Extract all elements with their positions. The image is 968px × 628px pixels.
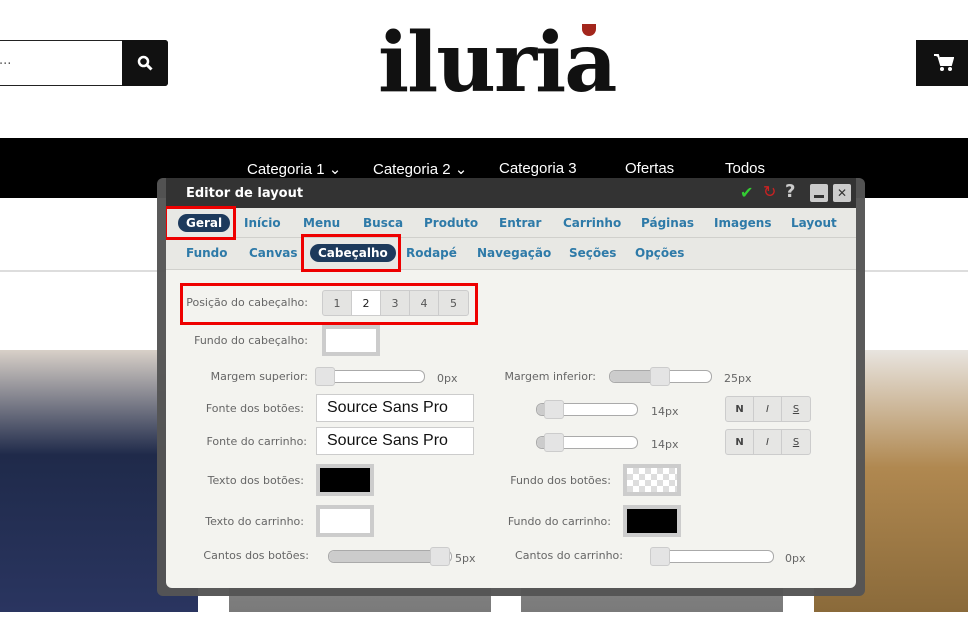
italic-button[interactable]: I: [754, 430, 782, 454]
margin-bottom-slider[interactable]: [609, 367, 712, 386]
tab-produto[interactable]: Produto: [416, 214, 486, 232]
subtab-navegacao[interactable]: Navegação: [469, 244, 559, 262]
button-corners-label: Cantos dos botões:: [203, 549, 309, 562]
underline-button[interactable]: S: [782, 397, 810, 421]
button-font-size-slider[interactable]: [536, 400, 638, 419]
tab-entrar[interactable]: Entrar: [491, 214, 549, 232]
cart-font-style: N I S: [725, 429, 811, 455]
position-option[interactable]: 4: [410, 291, 439, 315]
button-corners-slider[interactable]: [328, 547, 452, 566]
main-tabs: Geral Início Menu Busca Produto Entrar C…: [166, 208, 856, 238]
slider-thumb[interactable]: [650, 367, 670, 386]
slider-thumb[interactable]: [315, 367, 335, 386]
tab-imagens[interactable]: Imagens: [706, 214, 779, 232]
tab-menu[interactable]: Menu: [295, 214, 348, 232]
cart-font-input[interactable]: Source Sans Pro: [316, 427, 474, 455]
margin-top-slider[interactable]: [315, 367, 425, 386]
nav-item[interactable]: Categoria 3: [499, 160, 577, 177]
button-bg-label: Fundo dos botões:: [510, 474, 611, 487]
tab-inicio[interactable]: Início: [236, 214, 289, 232]
subtab-rodape[interactable]: Rodapé: [398, 244, 465, 262]
check-icon[interactable]: ✔: [740, 183, 753, 202]
sub-tabs: Fundo Canvas Cabeçalho Rodapé Navegação …: [166, 238, 856, 270]
help-icon[interactable]: ?: [785, 181, 795, 202]
cart-corners-slider[interactable]: [650, 547, 774, 566]
store-logo[interactable]: iluria: [378, 18, 638, 108]
nav-item[interactable]: Categoria 2 ⌄: [373, 160, 467, 178]
highlight-box: [166, 206, 236, 240]
highlight-box: [301, 234, 401, 272]
subtab-secoes[interactable]: Seções: [561, 244, 624, 262]
cart-corners-value: 0px: [785, 552, 806, 565]
button-bg-swatch[interactable]: [623, 464, 681, 496]
button-font-style: N I S: [725, 396, 811, 422]
cart-corners-label: Cantos do carrinho:: [515, 549, 623, 562]
tab-paginas[interactable]: Páginas: [633, 214, 702, 232]
subtab-fundo[interactable]: Fundo: [178, 244, 236, 262]
button-font-label: Fonte dos botões:: [205, 402, 304, 415]
header-bg-label: Fundo do cabeçalho:: [194, 334, 308, 347]
position-label: Posição do cabeçalho:: [186, 296, 308, 309]
button-font-size-value: 14px: [651, 405, 679, 418]
margin-top-label: Margem superior:: [210, 370, 308, 383]
subtab-opcoes[interactable]: Opções: [627, 244, 692, 262]
search-placeholder: ...: [0, 53, 12, 68]
nav-item[interactable]: Todos: [725, 160, 765, 177]
cart-button[interactable]: [916, 40, 968, 86]
italic-button[interactable]: I: [754, 397, 782, 421]
tab-layout[interactable]: Layout: [783, 214, 845, 232]
slider-thumb[interactable]: [544, 400, 564, 419]
cart-bg-label: Fundo do carrinho:: [507, 515, 611, 528]
button-text-label: Texto dos botões:: [207, 474, 304, 487]
position-option-selected[interactable]: 2: [352, 291, 381, 315]
cart-text-label: Texto do carrinho:: [205, 515, 304, 528]
button-text-swatch[interactable]: [316, 464, 374, 496]
cart-font-size-value: 14px: [651, 438, 679, 451]
position-option[interactable]: 3: [381, 291, 410, 315]
search-button[interactable]: [122, 40, 168, 86]
subtab-canvas[interactable]: Canvas: [241, 244, 306, 262]
slider-thumb[interactable]: [650, 547, 670, 566]
slider-thumb[interactable]: [430, 547, 450, 566]
button-font-input[interactable]: Source Sans Pro: [316, 394, 474, 422]
nav-item[interactable]: Ofertas: [625, 160, 674, 177]
margin-top-value: 0px: [437, 372, 458, 385]
bold-button[interactable]: N: [726, 397, 754, 421]
close-icon[interactable]: ✕: [833, 184, 851, 202]
cart-text-swatch[interactable]: [316, 505, 374, 537]
cart-bg-swatch[interactable]: [623, 505, 681, 537]
undo-icon[interactable]: ↻: [763, 182, 776, 201]
layout-editor: Editor de layout ✔ ↻ ? ✕ Geral Início Me…: [166, 178, 856, 588]
cart-font-size-slider[interactable]: [536, 433, 638, 452]
header-bg-swatch[interactable]: [322, 325, 380, 356]
bold-button[interactable]: N: [726, 430, 754, 454]
nav-item[interactable]: Categoria 1 ⌄: [247, 160, 341, 178]
search-icon: [137, 55, 153, 71]
slider-thumb[interactable]: [544, 433, 564, 452]
minimize-icon[interactable]: [810, 184, 828, 202]
position-option[interactable]: 5: [439, 291, 468, 315]
position-selector: 1 2 3 4 5: [322, 290, 469, 316]
underline-button[interactable]: S: [782, 430, 810, 454]
tab-busca[interactable]: Busca: [355, 214, 411, 232]
cart-icon: [934, 54, 954, 71]
cart-font-label: Fonte do carrinho:: [206, 435, 308, 448]
margin-bottom-value: 25px: [724, 372, 752, 385]
position-option[interactable]: 1: [323, 291, 352, 315]
tab-carrinho[interactable]: Carrinho: [555, 214, 629, 232]
margin-bottom-label: Margem inferior:: [504, 370, 596, 383]
